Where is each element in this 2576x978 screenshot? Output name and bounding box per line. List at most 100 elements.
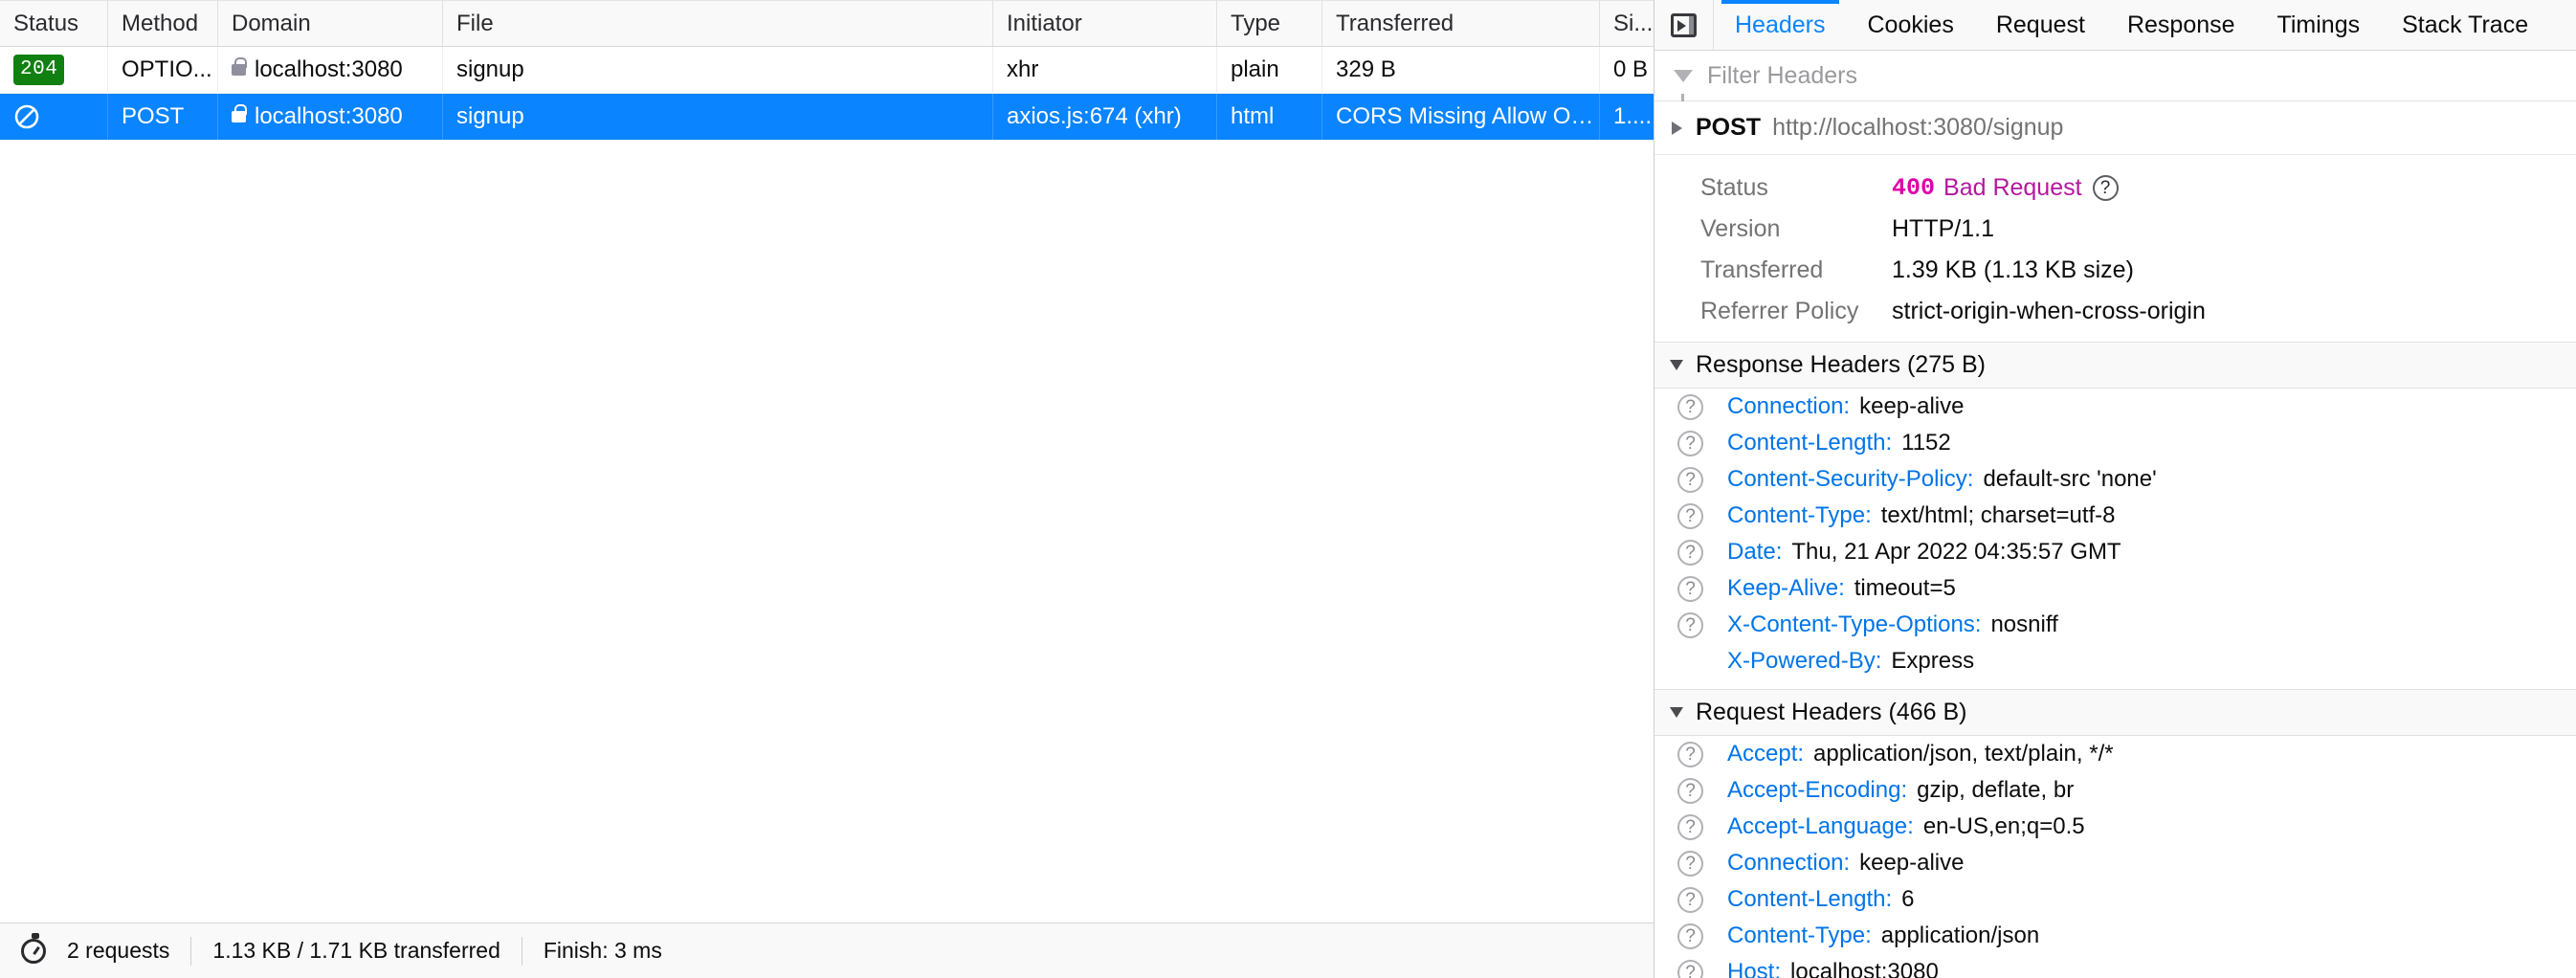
table-header-row: Status Method Domain File Initiator Type… bbox=[0, 0, 1654, 47]
help-icon[interactable]: ? bbox=[1677, 886, 1727, 913]
lock-icon bbox=[232, 104, 247, 122]
tab-response-label: Response bbox=[2126, 11, 2235, 38]
header-name: Host: bbox=[1727, 959, 1782, 978]
column-header-method[interactable]: Method bbox=[108, 1, 218, 46]
header-value: en-US,en;q=0.5 bbox=[1922, 813, 2085, 839]
cell-domain: localhost:3080 bbox=[218, 47, 443, 93]
column-header-file[interactable]: File bbox=[443, 1, 993, 46]
column-header-type-label: Type bbox=[1231, 10, 1281, 36]
request-url-row[interactable]: POST http://localhost:3080/signup bbox=[1654, 101, 2576, 155]
cell-file: signup bbox=[443, 94, 993, 140]
status-badge: 204 bbox=[13, 55, 65, 85]
cell-file-label: signup bbox=[456, 56, 524, 82]
funnel-icon bbox=[1674, 69, 1693, 101]
section-request-headers[interactable]: Request Headers (466 B) bbox=[1654, 689, 2576, 736]
header-row: ? Content-Length: 6 bbox=[1654, 881, 2576, 918]
column-header-method-label: Method bbox=[122, 10, 199, 36]
cell-initiator-label: axios.js:674 (xhr) bbox=[1007, 103, 1182, 129]
header-value: Thu, 21 Apr 2022 04:35:57 GMT bbox=[1791, 539, 2121, 565]
header-row: ? Host: localhost:3080 bbox=[1654, 954, 2576, 978]
help-icon[interactable]: ? bbox=[1677, 850, 1727, 877]
cell-type: plain bbox=[1217, 47, 1322, 93]
summary-value-transferred: 1.39 KB (1.13 KB size) bbox=[1892, 256, 2134, 283]
details-tabbar: Headers Cookies Request Response Timings… bbox=[1654, 0, 2576, 51]
cell-type: html bbox=[1217, 94, 1322, 140]
stopwatch-icon[interactable] bbox=[21, 932, 46, 964]
summary-label-referrer-policy: Referrer Policy bbox=[1700, 298, 1859, 324]
request-details-pane: Headers Cookies Request Response Timings… bbox=[1654, 0, 2576, 978]
column-header-status[interactable]: Status bbox=[0, 1, 108, 46]
header-name: Date: bbox=[1727, 539, 1783, 565]
cell-status bbox=[0, 94, 108, 140]
table-row[interactable]: POST localhost:3080 signup axios.js:674 … bbox=[0, 94, 1654, 141]
header-value: timeout=5 bbox=[1854, 575, 1956, 601]
request-headers-list: ? Accept: application/json, text/plain, */… bbox=[1654, 736, 2576, 978]
header-row: ? X-Content-Type-Options: nosniff bbox=[1654, 607, 2576, 643]
cell-transferred-label: CORS Missing Allow Ori... bbox=[1336, 103, 1599, 129]
column-header-initiator[interactable]: Initiator bbox=[993, 1, 1217, 46]
column-header-type[interactable]: Type bbox=[1217, 1, 1322, 46]
status-code-value: 400 bbox=[1892, 174, 1936, 202]
help-icon[interactable]: ? bbox=[1677, 393, 1727, 420]
request-url-label: http://localhost:3080/signup bbox=[1772, 114, 2064, 141]
triangle-down-icon bbox=[1670, 707, 1683, 718]
header-value: keep-alive bbox=[1859, 393, 1965, 419]
triangle-down-icon bbox=[1670, 360, 1683, 370]
column-header-status-label: Status bbox=[13, 10, 79, 36]
header-name: Content-Security-Policy: bbox=[1727, 466, 1974, 492]
header-row: ? Content-Security-Policy: default-src 'no… bbox=[1654, 461, 2576, 498]
tab-stack-trace-label: Stack Trace bbox=[2402, 11, 2529, 38]
tab-request[interactable]: Request bbox=[1975, 0, 2106, 50]
cell-domain-label: localhost:3080 bbox=[255, 103, 403, 129]
help-icon[interactable]: ? bbox=[1677, 575, 1727, 602]
transferred-summary: 1.13 KB / 1.71 KB transferred bbox=[212, 938, 500, 963]
column-header-transferred-label: Transferred bbox=[1336, 10, 1455, 36]
summary-row-version: Version HTTP/1.1 bbox=[1654, 209, 2576, 250]
cell-transferred: 329 B bbox=[1322, 47, 1600, 93]
devtools-network-panel: Status Method Domain File Initiator Type… bbox=[0, 0, 2576, 978]
column-header-size[interactable]: Si... bbox=[1600, 1, 1654, 46]
cell-type-label: html bbox=[1231, 103, 1275, 129]
column-header-domain[interactable]: Domain bbox=[218, 1, 443, 46]
cell-method-label: OPTIO... bbox=[122, 56, 212, 82]
help-icon[interactable]: ? bbox=[1677, 611, 1727, 638]
response-headers-list: ? Connection: keep-alive ? Content-Length: 1… bbox=[1654, 389, 2576, 679]
cell-size-label: 1.... bbox=[1613, 103, 1653, 129]
help-icon[interactable]: ? bbox=[1677, 466, 1727, 493]
help-icon[interactable]: ? bbox=[1677, 777, 1727, 804]
triangle-right-icon[interactable] bbox=[1672, 121, 1682, 135]
header-row: ? Content-Length: 1152 bbox=[1654, 425, 2576, 461]
status-text-value: Bad Request bbox=[1943, 174, 2082, 201]
table-row[interactable]: 204 OPTIO... localhost:3080 signup xhr p… bbox=[0, 47, 1654, 94]
help-icon[interactable]: ? bbox=[1677, 502, 1727, 529]
header-name: X-Powered-By: bbox=[1727, 648, 1882, 674]
help-icon[interactable]: ? bbox=[1677, 959, 1727, 978]
tab-timings[interactable]: Timings bbox=[2256, 0, 2382, 50]
header-row: ? Keep-Alive: timeout=5 bbox=[1654, 570, 2576, 607]
header-value: application/json, text/plain, */* bbox=[1813, 741, 2114, 767]
header-name: Keep-Alive: bbox=[1727, 575, 1845, 601]
cell-file-label: signup bbox=[456, 103, 524, 129]
header-name: Accept: bbox=[1727, 741, 1805, 767]
cell-initiator-label: xhr bbox=[1007, 56, 1039, 82]
cell-method-label: POST bbox=[122, 103, 185, 129]
tab-cookies[interactable]: Cookies bbox=[1847, 0, 1975, 50]
help-icon[interactable]: ? bbox=[1677, 813, 1727, 840]
help-icon[interactable]: ? bbox=[1677, 741, 1727, 767]
header-value: keep-alive bbox=[1859, 850, 1965, 876]
cell-status: 204 bbox=[0, 47, 108, 93]
help-icon[interactable]: ? bbox=[1677, 922, 1727, 949]
help-icon[interactable]: ? bbox=[1677, 430, 1727, 456]
tab-headers[interactable]: Headers bbox=[1714, 0, 1847, 50]
summary-label-transferred: Transferred bbox=[1700, 256, 1824, 283]
help-icon[interactable]: ? bbox=[2092, 175, 2119, 201]
filter-headers-input[interactable] bbox=[1705, 60, 2375, 91]
toggle-sidebar-icon[interactable] bbox=[1654, 0, 1714, 50]
column-header-transferred[interactable]: Transferred bbox=[1322, 1, 1600, 46]
help-icon[interactable]: ? bbox=[1677, 539, 1727, 566]
tab-response[interactable]: Response bbox=[2106, 0, 2256, 50]
cell-type-label: plain bbox=[1231, 56, 1279, 82]
header-name: Connection: bbox=[1727, 850, 1851, 876]
tab-stack-trace[interactable]: Stack Trace bbox=[2381, 0, 2549, 50]
section-response-headers[interactable]: Response Headers (275 B) bbox=[1654, 342, 2576, 389]
